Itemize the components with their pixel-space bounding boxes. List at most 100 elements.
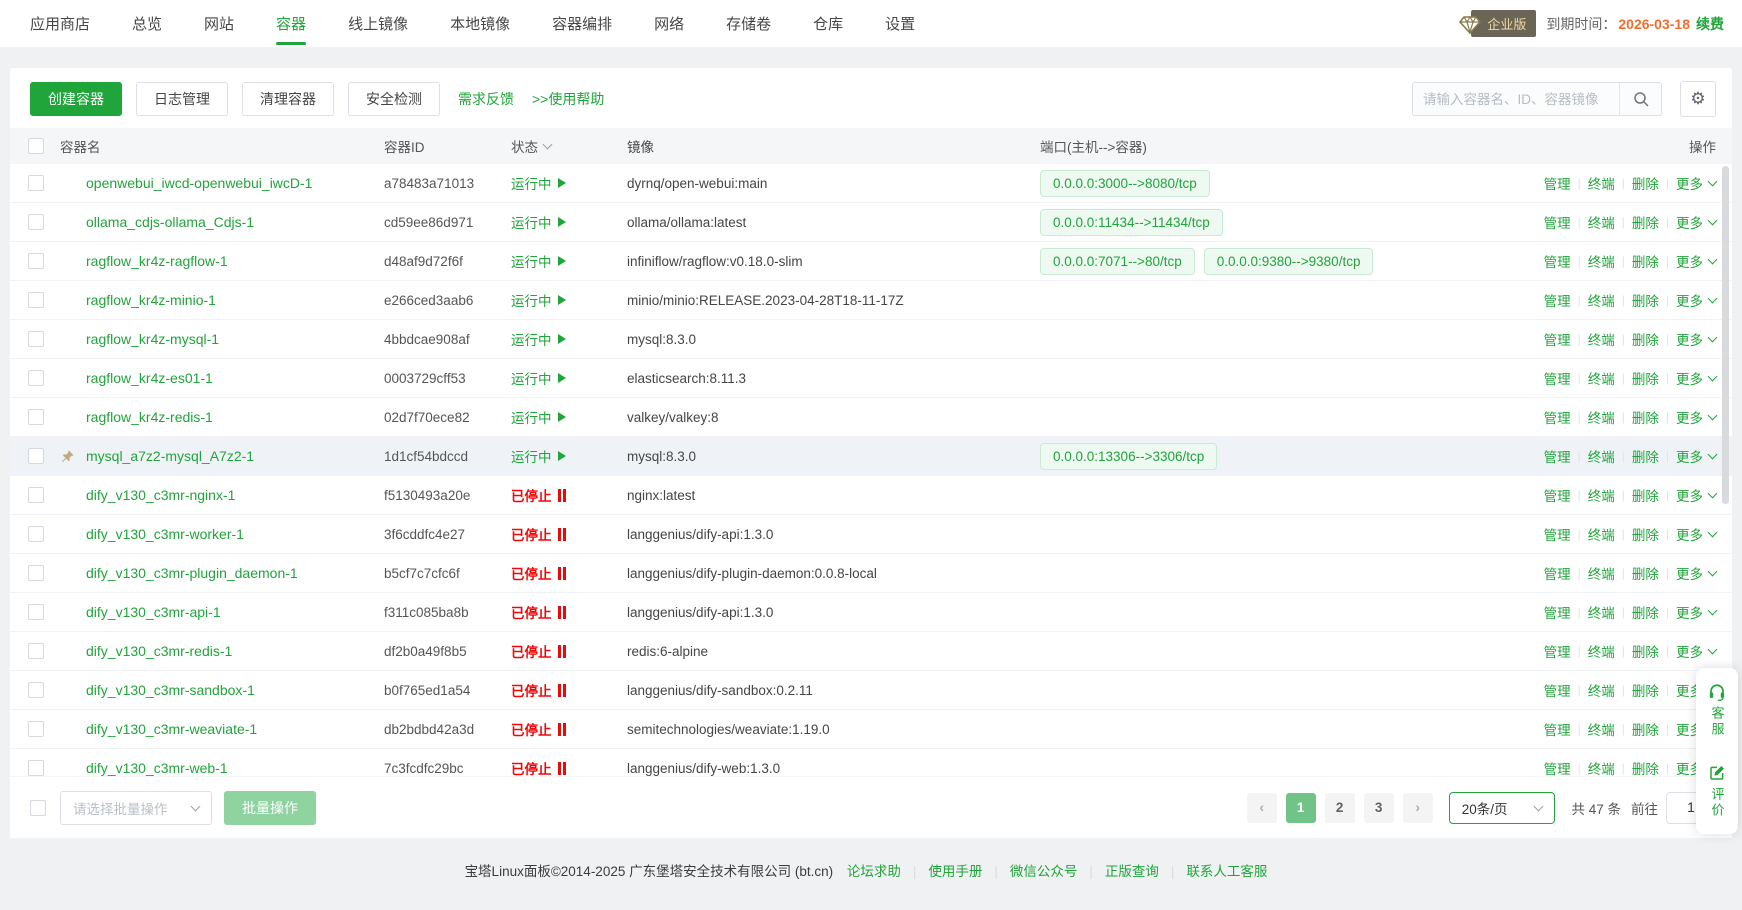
row-checkbox[interactable]	[28, 604, 44, 620]
action-terminal[interactable]: 终端	[1588, 212, 1615, 232]
log-manage-button[interactable]: 日志管理	[136, 82, 228, 116]
action-delete[interactable]: 删除	[1632, 407, 1659, 427]
container-name-link[interactable]: dify_v130_c3mr-nginx-1	[86, 487, 235, 503]
row-checkbox[interactable]	[28, 565, 44, 581]
header-status-filter[interactable]: 状态	[511, 136, 627, 156]
action-terminal[interactable]: 终端	[1588, 290, 1615, 310]
container-name-link[interactable]: dify_v130_c3mr-worker-1	[86, 526, 244, 542]
action-terminal[interactable]: 终端	[1588, 368, 1615, 388]
action-terminal[interactable]: 终端	[1588, 680, 1615, 700]
page-button-1[interactable]: 1	[1286, 793, 1316, 823]
nav-item-容器[interactable]: 容器	[276, 0, 306, 47]
action-delete[interactable]: 删除	[1632, 290, 1659, 310]
container-name-link[interactable]: ragflow_kr4z-redis-1	[86, 409, 213, 425]
container-name-link[interactable]: dify_v130_c3mr-web-1	[86, 760, 228, 776]
action-terminal[interactable]: 终端	[1588, 719, 1615, 739]
row-checkbox[interactable]	[28, 370, 44, 386]
nav-item-设置[interactable]: 设置	[885, 0, 915, 47]
row-checkbox[interactable]	[28, 409, 44, 425]
action-delete[interactable]: 删除	[1632, 641, 1659, 661]
action-more[interactable]: 更多	[1676, 641, 1716, 661]
action-delete[interactable]: 删除	[1632, 563, 1659, 583]
action-more[interactable]: 更多	[1676, 563, 1716, 583]
action-more[interactable]: 更多	[1676, 485, 1716, 505]
nav-item-应用商店[interactable]: 应用商店	[30, 0, 90, 47]
action-more[interactable]: 更多	[1676, 290, 1716, 310]
container-name-link[interactable]: dify_v130_c3mr-api-1	[86, 604, 221, 620]
clean-container-button[interactable]: 清理容器	[242, 82, 334, 116]
action-manage[interactable]: 管理	[1544, 329, 1571, 349]
action-delete[interactable]: 删除	[1632, 368, 1659, 388]
batch-action-select[interactable]: 请选择批量操作	[60, 791, 212, 825]
action-more[interactable]: 更多	[1676, 368, 1716, 388]
action-manage[interactable]: 管理	[1544, 641, 1571, 661]
row-checkbox[interactable]	[28, 175, 44, 191]
action-delete[interactable]: 删除	[1632, 212, 1659, 232]
container-name-link[interactable]: dify_v130_c3mr-plugin_daemon-1	[86, 565, 298, 581]
action-manage[interactable]: 管理	[1544, 719, 1571, 739]
page-size-select[interactable]: 20条/页	[1449, 792, 1556, 824]
action-delete[interactable]: 删除	[1632, 602, 1659, 622]
row-checkbox[interactable]	[28, 331, 44, 347]
action-manage[interactable]: 管理	[1544, 485, 1571, 505]
nav-item-存储卷[interactable]: 存储卷	[726, 0, 771, 47]
nav-item-仓库[interactable]: 仓库	[813, 0, 843, 47]
container-name-link[interactable]: dify_v130_c3mr-weaviate-1	[86, 721, 257, 737]
batch-action-button[interactable]: 批量操作	[224, 791, 316, 825]
action-terminal[interactable]: 终端	[1588, 563, 1615, 583]
action-terminal[interactable]: 终端	[1588, 641, 1615, 661]
row-checkbox[interactable]	[28, 214, 44, 230]
action-manage[interactable]: 管理	[1544, 758, 1571, 776]
action-manage[interactable]: 管理	[1544, 563, 1571, 583]
container-name-link[interactable]: ragflow_kr4z-es01-1	[86, 370, 213, 386]
renew-link[interactable]: 续费	[1696, 14, 1724, 34]
row-checkbox[interactable]	[28, 487, 44, 503]
action-manage[interactable]: 管理	[1544, 212, 1571, 232]
page-button-2[interactable]: 2	[1325, 793, 1355, 823]
action-delete[interactable]: 删除	[1632, 524, 1659, 544]
footer-link-联系人工客服[interactable]: 联系人工客服	[1186, 864, 1267, 879]
next-page-button[interactable]: ›	[1403, 793, 1433, 823]
action-manage[interactable]: 管理	[1544, 680, 1571, 700]
container-name-link[interactable]: ragflow_kr4z-ragflow-1	[86, 253, 228, 269]
row-checkbox[interactable]	[28, 760, 44, 776]
action-delete[interactable]: 删除	[1632, 758, 1659, 776]
help-link[interactable]: >>使用帮助	[532, 89, 604, 109]
action-delete[interactable]: 删除	[1632, 251, 1659, 271]
nav-item-线上镜像[interactable]: 线上镜像	[348, 0, 408, 47]
action-delete[interactable]: 删除	[1632, 329, 1659, 349]
search-button[interactable]	[1619, 83, 1661, 115]
footer-link-使用手册[interactable]: 使用手册	[928, 864, 982, 879]
action-manage[interactable]: 管理	[1544, 173, 1571, 193]
nav-item-总览[interactable]: 总览	[132, 0, 162, 47]
footer-link-正版查询[interactable]: 正版查询	[1105, 864, 1159, 879]
container-name-link[interactable]: mysql_a7z2-mysql_A7z2-1	[86, 448, 254, 464]
nav-item-本地镜像[interactable]: 本地镜像	[450, 0, 510, 47]
action-terminal[interactable]: 终端	[1588, 173, 1615, 193]
action-delete[interactable]: 删除	[1632, 173, 1659, 193]
container-name-link[interactable]: dify_v130_c3mr-sandbox-1	[86, 682, 255, 698]
action-more[interactable]: 更多	[1676, 446, 1716, 466]
search-input[interactable]	[1413, 83, 1619, 115]
customer-service-button[interactable]: 客服	[1708, 683, 1727, 738]
select-all-checkbox[interactable]	[28, 138, 44, 154]
action-terminal[interactable]: 终端	[1588, 329, 1615, 349]
nav-item-容器编排[interactable]: 容器编排	[552, 0, 612, 47]
action-manage[interactable]: 管理	[1544, 251, 1571, 271]
row-checkbox[interactable]	[28, 721, 44, 737]
action-more[interactable]: 更多	[1676, 407, 1716, 427]
page-button-3[interactable]: 3	[1364, 793, 1394, 823]
row-checkbox[interactable]	[28, 292, 44, 308]
container-name-link[interactable]: ragflow_kr4z-minio-1	[86, 292, 216, 308]
scrollbar-thumb[interactable]	[1722, 166, 1729, 504]
container-name-link[interactable]: openwebui_iwcd-openwebui_iwcD-1	[86, 175, 312, 191]
action-terminal[interactable]: 终端	[1588, 446, 1615, 466]
batch-select-all-checkbox[interactable]	[30, 800, 46, 816]
action-manage[interactable]: 管理	[1544, 368, 1571, 388]
feedback-link[interactable]: 需求反馈	[458, 89, 514, 109]
action-more[interactable]: 更多	[1676, 173, 1716, 193]
container-name-link[interactable]: ollama_cdjs-ollama_Cdjs-1	[86, 214, 254, 230]
action-more[interactable]: 更多	[1676, 602, 1716, 622]
action-delete[interactable]: 删除	[1632, 680, 1659, 700]
row-checkbox[interactable]	[28, 526, 44, 542]
